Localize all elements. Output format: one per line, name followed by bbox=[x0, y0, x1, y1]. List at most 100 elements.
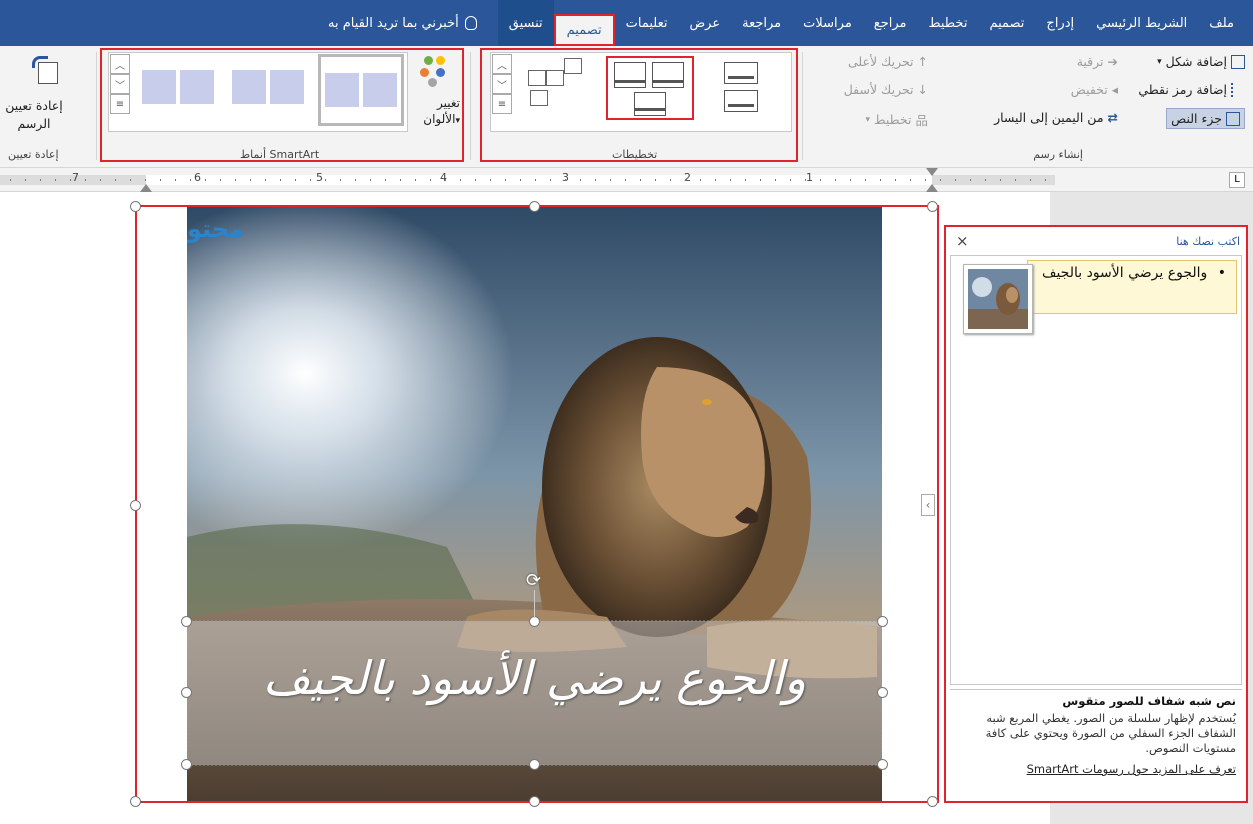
ruler-tick bbox=[625, 179, 626, 181]
style-option-3[interactable] bbox=[318, 54, 404, 126]
ruler-tick bbox=[55, 179, 56, 181]
layout-option-picture-accent[interactable] bbox=[524, 56, 594, 124]
color-dot-icon bbox=[436, 56, 445, 65]
add-bullet-label: إضافة رمز نقطي bbox=[1138, 82, 1227, 97]
tab-design[interactable]: تصميم bbox=[978, 0, 1035, 46]
ruler-tick bbox=[775, 179, 776, 181]
shape-resize-handle[interactable] bbox=[181, 616, 192, 627]
shape-resize-handle[interactable] bbox=[877, 759, 888, 770]
gallery-more-button[interactable]: ≡ bbox=[110, 94, 130, 114]
watermark-logo: محتو bbox=[187, 215, 244, 243]
ruler-tick bbox=[895, 179, 896, 181]
tab-review[interactable]: مراجعة bbox=[731, 0, 792, 46]
shape-resize-handle[interactable] bbox=[877, 687, 888, 698]
indent-marker-icon[interactable] bbox=[926, 184, 938, 192]
add-shape-icon bbox=[1231, 54, 1245, 69]
group-divider bbox=[802, 52, 803, 160]
resize-handle[interactable] bbox=[529, 796, 540, 807]
gallery-more-button[interactable]: ≡ bbox=[492, 94, 512, 114]
ruler-text-area bbox=[146, 175, 932, 185]
reset-graphic-label-1: إعادة تعيين bbox=[5, 98, 63, 113]
tell-me-box[interactable]: أخبرني بما تريد القيام به bbox=[317, 0, 488, 46]
tab-insert[interactable]: إدراج bbox=[1035, 0, 1085, 46]
resize-handle[interactable] bbox=[130, 500, 141, 511]
layout-option-translucent-text[interactable] bbox=[606, 56, 694, 120]
ribbon-tab-bar: ملف الشريط الرئيسي إدراج تصميم تخطيط مرا… bbox=[0, 0, 1253, 46]
tab-file[interactable]: ملف bbox=[1198, 0, 1245, 46]
org-chart-icon: 品 bbox=[915, 113, 928, 128]
style-option-1[interactable] bbox=[136, 66, 216, 110]
layout-description-title: نص شبه شفاف للصور متقوس bbox=[1062, 694, 1236, 708]
tab-mailings[interactable]: مراسلات bbox=[792, 0, 863, 46]
group-divider bbox=[470, 52, 471, 160]
tab-format[interactable]: تنسيق bbox=[497, 0, 554, 46]
scroll-down-button[interactable]: ﹀ bbox=[110, 74, 130, 94]
tab-smartart-design[interactable]: تصميم bbox=[553, 14, 615, 46]
ruler-tick bbox=[385, 179, 386, 181]
resize-handle[interactable] bbox=[927, 201, 938, 212]
indent-marker-icon[interactable] bbox=[140, 184, 152, 192]
tab-layout[interactable]: تخطيط bbox=[918, 0, 979, 46]
ruler-tick bbox=[790, 179, 791, 181]
ruler-tick bbox=[205, 179, 206, 181]
resize-handle[interactable] bbox=[529, 201, 540, 212]
lightbulb-icon bbox=[464, 16, 477, 30]
layouts-group-label: تخطيطات bbox=[612, 148, 658, 161]
picture-placeholder-thumbnail[interactable] bbox=[963, 264, 1033, 334]
move-up-button[interactable]: ↑ تحريك لأعلى bbox=[848, 54, 928, 69]
reset-graphic-label-2: الرسم bbox=[17, 116, 51, 131]
style-option-2[interactable] bbox=[226, 66, 306, 110]
ruler-tick bbox=[295, 179, 296, 181]
ruler-tick bbox=[925, 179, 926, 181]
color-dot-icon bbox=[420, 68, 429, 77]
caption-text[interactable]: والجوع يرضي الأسود بالجيف bbox=[197, 651, 872, 705]
promote-button[interactable]: ➔ ترقية bbox=[1077, 54, 1118, 69]
shape-resize-handle[interactable] bbox=[877, 616, 888, 627]
resize-handle[interactable] bbox=[130, 796, 141, 807]
shape-resize-handle[interactable] bbox=[181, 759, 192, 770]
close-icon[interactable]: × bbox=[956, 232, 969, 250]
tab-references[interactable]: مراجع bbox=[863, 0, 918, 46]
move-down-button[interactable]: ↓ تحريك لأسفل bbox=[844, 82, 928, 97]
add-bullet-button[interactable]: إضافة رمز نقطي bbox=[1138, 82, 1245, 97]
ruler-tick bbox=[970, 179, 971, 181]
tab-view[interactable]: عرض bbox=[678, 0, 731, 46]
right-to-left-button[interactable]: ⇄ من اليمين إلى اليسار bbox=[994, 110, 1118, 125]
reset-graphic-button[interactable]: إعادة تعيين الرسم bbox=[4, 52, 94, 144]
word-window: ملف الشريط الرئيسي إدراج تصميم تخطيط مرا… bbox=[0, 0, 1253, 824]
text-pane-icon bbox=[1226, 111, 1240, 126]
tab-home[interactable]: الشريط الرئيسي bbox=[1085, 0, 1198, 46]
horizontal-ruler[interactable]: 1 2 3 4 5 6 7 L bbox=[0, 168, 1253, 192]
ruler-number: 5 bbox=[316, 171, 323, 184]
ruler-tick bbox=[325, 179, 326, 181]
layout-dropdown[interactable]: 品 تخطيط ▾ bbox=[866, 110, 929, 129]
text-pane-toggle-button[interactable]: ‹ bbox=[921, 494, 935, 516]
learn-more-link[interactable]: تعرف على المزيد حول رسومات SmartArt bbox=[956, 762, 1236, 777]
layout-option-picture-list[interactable] bbox=[718, 60, 768, 120]
rotate-handle-icon[interactable]: ⟳ bbox=[526, 570, 541, 591]
layout-description: نص شبه شفاف للصور متقوس يُستخدم لإظهار س… bbox=[950, 689, 1242, 795]
text-pane-list: • والجوع يرضي الأسود بالجيف bbox=[950, 255, 1242, 685]
scroll-up-button[interactable]: ︿ bbox=[492, 54, 512, 74]
ruler-tick bbox=[565, 179, 566, 181]
change-colors-button[interactable]: تغيير ▾الألوان bbox=[410, 54, 460, 134]
lion-photo[interactable]: محتو والجوع يرضي الأسود بالجيف bbox=[187, 207, 882, 801]
tab-help[interactable]: تعليمات bbox=[615, 0, 679, 46]
resize-handle[interactable] bbox=[927, 796, 938, 807]
ruler-tick bbox=[1045, 179, 1046, 181]
scroll-up-button[interactable]: ︿ bbox=[110, 54, 130, 74]
ruler-tick bbox=[310, 179, 311, 181]
tab-selector-icon[interactable]: L bbox=[1229, 172, 1245, 188]
ribbon: إضافة شكل ▾ إضافة رمز نقطي جزء النص ➔ تر… bbox=[0, 46, 1253, 168]
text-pane-entry[interactable]: • والجوع يرضي الأسود بالجيف bbox=[1027, 260, 1237, 314]
resize-handle[interactable] bbox=[130, 201, 141, 212]
change-colors-label-2: الألوان bbox=[423, 112, 456, 126]
add-shape-button[interactable]: إضافة شكل ▾ bbox=[1157, 54, 1245, 69]
shape-resize-handle[interactable] bbox=[181, 687, 192, 698]
scroll-down-button[interactable]: ﹀ bbox=[492, 74, 512, 94]
shape-resize-handle[interactable] bbox=[529, 759, 540, 770]
demote-button[interactable]: ◂ تخفيض bbox=[1071, 82, 1118, 97]
text-pane-button[interactable]: جزء النص bbox=[1166, 108, 1245, 129]
ruler-tick bbox=[910, 179, 911, 181]
indent-marker-icon[interactable] bbox=[926, 168, 938, 176]
